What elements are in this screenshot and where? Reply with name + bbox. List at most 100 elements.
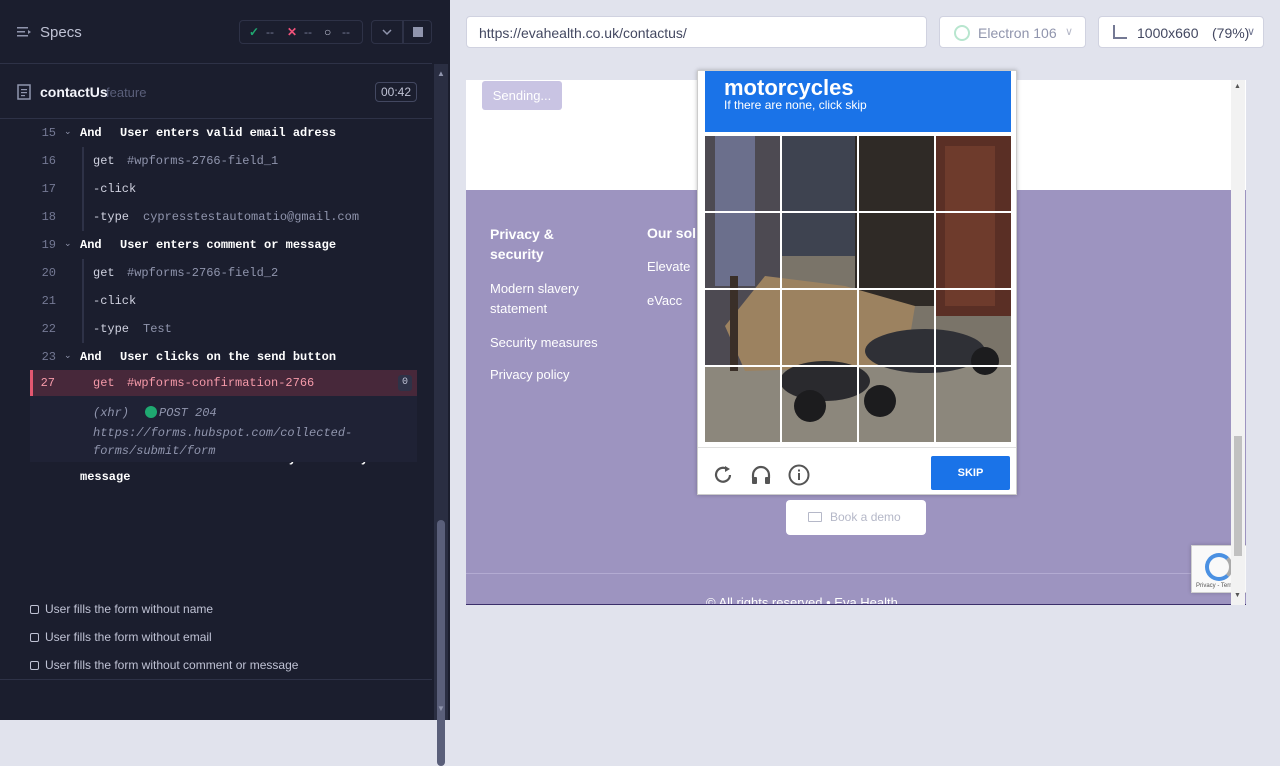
reporter-scrollbar[interactable]: ▲ ▼ <box>434 64 448 766</box>
scrollbar-thumb[interactable] <box>1234 436 1242 556</box>
specs-list-icon[interactable] <box>16 24 32 40</box>
gherkin-step-row[interactable]: 23 ⌄ And User clicks on the send button <box>30 350 417 370</box>
step-keyword: And <box>80 238 102 252</box>
aut-scrollbar[interactable]: ▲ ▼ <box>1231 80 1245 605</box>
footer-link-evacc[interactable]: eVacc <box>647 291 682 311</box>
test-title: User fills the form without email <box>45 630 212 644</box>
command-number: 18 <box>41 210 56 224</box>
chevron-down-icon[interactable]: ⌄ <box>64 351 72 361</box>
command-arg: Test <box>143 322 172 336</box>
expand-collapse-button[interactable] <box>371 20 403 44</box>
challenge-header: motorcycles If there are none, click ski… <box>705 71 1011 132</box>
scroll-down-icon[interactable]: ▼ <box>437 704 445 713</box>
chevron-down-icon[interactable]: ⌄ <box>64 239 72 249</box>
command-name: -click <box>93 182 137 196</box>
skip-button[interactable]: SKIP <box>931 456 1010 490</box>
command-row[interactable]: 16 get #wpforms-2766-field_1 <box>30 147 417 175</box>
footer-link-elevate[interactable]: Elevate <box>647 257 690 277</box>
gherkin-step-row[interactable]: 15 ⌄ And User enters valid email adress <box>30 126 417 146</box>
scroll-up-icon[interactable]: ▲ <box>1234 83 1241 90</box>
stop-icon <box>413 27 423 37</box>
step-text: User enters valid email adress <box>120 126 337 140</box>
xhr-url-line: forms/submit/form <box>93 444 216 458</box>
x-icon: ✕ <box>287 25 298 39</box>
test-title: User fills the form without name <box>45 602 214 616</box>
run-duration: 00:42 <box>375 82 417 102</box>
send-button[interactable]: Sending... <box>482 81 562 110</box>
command-number: 17 <box>41 182 56 196</box>
command-row[interactable]: 20 get #wpforms-2766-field_2 <box>30 259 417 287</box>
command-number: 22 <box>41 322 56 336</box>
command-log-panel: Specs ✓ -- ✕ -- ○ -- contactUs feature 0… <box>0 0 450 766</box>
gherkin-step-row[interactable]: 19 ⌄ And User enters comment or message <box>30 238 417 258</box>
command-row[interactable]: 22 -type Test <box>30 315 417 343</box>
command-arg: #wpforms-2766-field_2 <box>127 266 279 280</box>
laptop-icon <box>808 512 822 522</box>
footer-link-modern-slavery[interactable]: Modern slavery statement <box>490 279 579 319</box>
command-list: 15 ⌄ And User enters valid email adress 16 ge… <box>0 120 432 585</box>
browser-label: Electron 106 <box>978 25 1057 41</box>
browser-selector[interactable]: Electron 106 ∨ <box>939 16 1086 48</box>
command-name: -type <box>93 322 130 336</box>
command-number: 23 <box>41 350 56 364</box>
footer-link-privacy-policy[interactable]: Privacy policy <box>490 365 569 385</box>
xhr-label: (xhr) <box>93 406 130 420</box>
divider <box>466 573 1246 574</box>
challenge-image-grid[interactable] <box>705 136 1011 442</box>
specs-label[interactable]: Specs <box>40 24 82 41</box>
scroll-down-icon[interactable]: ▼ <box>1234 592 1241 599</box>
command-name: get <box>93 376 115 390</box>
footer-link-security[interactable]: Security measures <box>490 333 598 353</box>
viewport-selector[interactable]: 1000x660 (79%) ∨ <box>1098 16 1264 48</box>
xhr-url: https://forms.hubspot.com/collected- for… <box>93 424 393 460</box>
challenge-instructions: If there are none, click skip <box>724 98 867 112</box>
book-demo-button[interactable]: Book a demo <box>786 500 926 535</box>
command-arg: #wpforms-confirmation-2766 <box>127 376 315 390</box>
command-row[interactable]: 21 -click <box>30 287 417 315</box>
xhr-log[interactable]: (xhr) POST 204 https://forms.hubspot.com… <box>30 396 417 462</box>
reload-icon[interactable] <box>711 463 735 487</box>
active-command-row[interactable]: 27 get #wpforms-confirmation-2766 0 <box>30 370 417 396</box>
chevron-down-icon: ∨ <box>1064 26 1073 38</box>
grid-line <box>705 211 1011 213</box>
spec-file-type: feature <box>106 85 147 100</box>
book-demo-label: Book a demo <box>830 510 901 524</box>
command-name: get <box>93 154 115 168</box>
nesting-bar <box>82 287 84 315</box>
scrollbar-thumb[interactable] <box>437 520 445 766</box>
divider <box>698 447 1016 448</box>
grid-line <box>705 365 1011 367</box>
footer-link-line: statement <box>490 301 548 316</box>
command-arg: #wpforms-2766-field_1 <box>127 154 279 168</box>
test-status-icon <box>30 661 39 670</box>
nesting-bar <box>82 203 84 231</box>
nesting-bar <box>82 315 84 343</box>
viewport-zoom: (79%) <box>1212 25 1250 41</box>
step-keyword: And <box>80 350 102 364</box>
scroll-up-icon[interactable]: ▲ <box>437 69 445 78</box>
pending-spinner-icon: ○ <box>324 25 332 39</box>
command-arg: cypresstestautomatio@gmail.com <box>143 210 360 224</box>
headphones-icon[interactable] <box>749 463 773 487</box>
command-number: 19 <box>41 238 56 252</box>
command-row[interactable]: 17 -click <box>30 175 417 203</box>
chevron-down-icon <box>382 29 392 36</box>
nesting-bar <box>82 175 84 203</box>
status-dot-icon <box>145 406 157 418</box>
url-bar[interactable]: https://evahealth.co.uk/contactus/ <box>466 16 927 48</box>
footer-link-line: Modern slavery <box>490 281 579 296</box>
chevron-down-icon[interactable]: ⌄ <box>64 127 72 137</box>
spec-file-name: contactUs <box>40 84 108 100</box>
command-row[interactable]: 18 -type cypresstestautomatio@gmail.com <box>30 203 417 231</box>
test-status-icon <box>30 633 39 642</box>
footer-heading-solutions: Our sol <box>647 225 697 241</box>
stop-button[interactable] <box>403 20 432 44</box>
grid-line <box>705 288 1011 290</box>
command-name: get <box>93 266 115 280</box>
test-status-icon <box>30 605 39 614</box>
divider <box>0 679 432 680</box>
recaptcha-logo-icon <box>1205 553 1233 581</box>
info-icon[interactable] <box>787 463 811 487</box>
footer-heading-line: security <box>490 246 544 262</box>
spec-file-row[interactable]: contactUs feature 00:42 <box>0 65 432 119</box>
